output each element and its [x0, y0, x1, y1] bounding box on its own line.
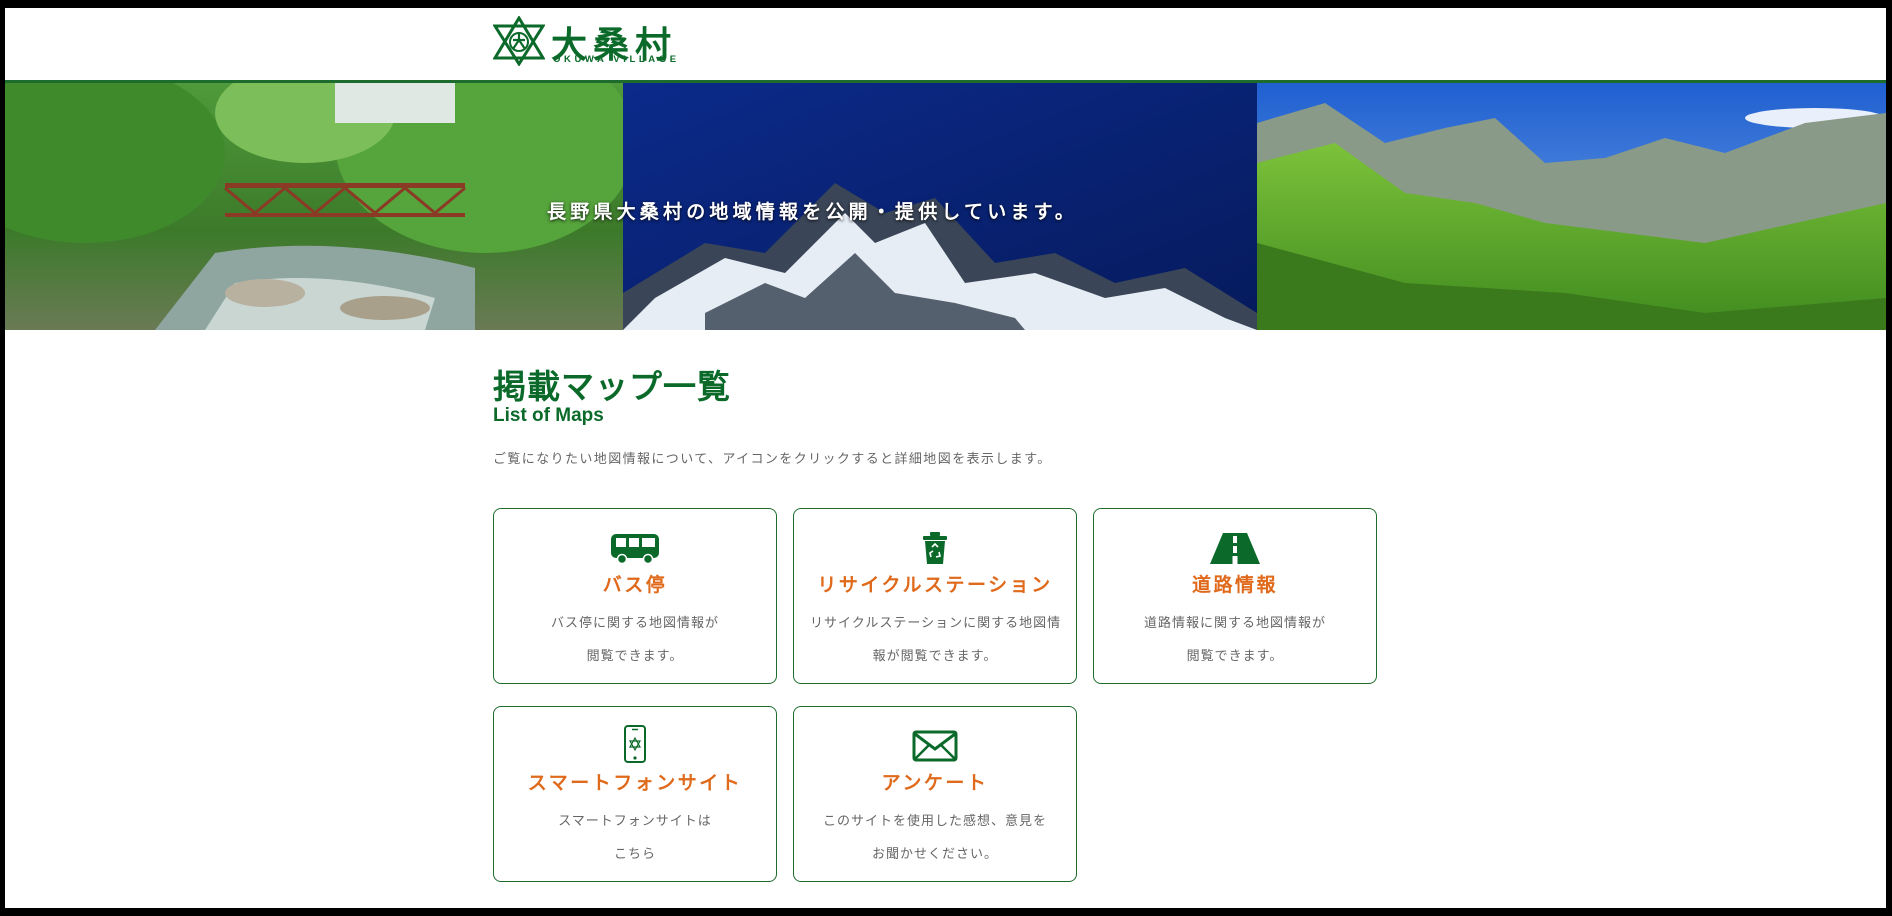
- card-description: スマートフォンサイトは こちら: [510, 805, 760, 871]
- site-header: 大桑村 OKUWA VILLAGE: [5, 8, 1886, 83]
- card-desc-line: 報が閲覧できます。: [872, 649, 998, 664]
- intro-text: ご覧になりたい地図情報について、アイコンをクリックすると詳細地図を表示します。: [493, 452, 1052, 467]
- card-desc-line: このサイトを使用した感想、意見を: [822, 814, 1047, 829]
- card-desc-line: お聞かせください。: [871, 847, 998, 862]
- map-card-road-info[interactable]: 道路情報 道路情報に関する地図情報が 閲覧できます。: [1093, 508, 1377, 684]
- road-icon: [1210, 533, 1260, 564]
- page-title: 掲載マップ一覧: [493, 367, 731, 406]
- hero-caption: 長野県大桑村の地域情報を公開・提供しています。: [547, 201, 1079, 223]
- card-desc-line: バス停に関する地図情報が: [550, 616, 719, 631]
- card-desc-line: 道路情報に関する地図情報が: [1143, 616, 1326, 631]
- recycle-bin-icon: [923, 532, 947, 564]
- card-description: このサイトを使用した感想、意見を お聞かせください。: [810, 805, 1060, 871]
- page: 大桑村 OKUWA VILLAGE 長野県大桑村の地域情報を公開・提供しています…: [5, 8, 1886, 908]
- card-description: リサイクルステーションに関する地図情 報が閲覧できます。: [810, 607, 1060, 673]
- card-title: バス停: [602, 574, 668, 596]
- envelope-icon: [912, 730, 958, 762]
- hero-banner: 長野県大桑村の地域情報を公開・提供しています。: [5, 83, 1886, 330]
- page-subtitle: List of Maps: [493, 405, 604, 426]
- logo-subtext: OKUWA VILLAGE: [553, 54, 680, 65]
- map-card-bus-stop[interactable]: バス停 バス停に関する地図情報が 閲覧できます。: [493, 508, 777, 684]
- card-desc-line: こちら: [613, 847, 656, 862]
- card-desc-line: リサイクルステーションに関する地図情: [810, 616, 1062, 631]
- village-emblem-icon: [493, 16, 545, 66]
- card-desc-line: 閲覧できます。: [586, 649, 684, 664]
- card-title: リサイクルステーション: [817, 574, 1053, 596]
- bus-icon: [611, 534, 659, 565]
- map-card-survey[interactable]: アンケート このサイトを使用した感想、意見を お聞かせください。: [793, 706, 1077, 882]
- smartphone-icon: [624, 725, 646, 763]
- card-title: スマートフォンサイト: [527, 772, 743, 794]
- card-desc-line: 閲覧できます。: [1186, 649, 1284, 664]
- card-desc-line: スマートフォンサイトは: [558, 814, 712, 829]
- map-card-smartphone-site[interactable]: スマートフォンサイト スマートフォンサイトは こちら: [493, 706, 777, 882]
- card-description: バス停に関する地図情報が 閲覧できます。: [510, 607, 760, 673]
- map-card-recycle-station[interactable]: リサイクルステーション リサイクルステーションに関する地図情 報が閲覧できます。: [793, 508, 1077, 684]
- card-title: アンケート: [881, 772, 989, 794]
- card-title: 道路情報: [1191, 574, 1278, 596]
- card-description: 道路情報に関する地図情報が 閲覧できます。: [1110, 607, 1360, 673]
